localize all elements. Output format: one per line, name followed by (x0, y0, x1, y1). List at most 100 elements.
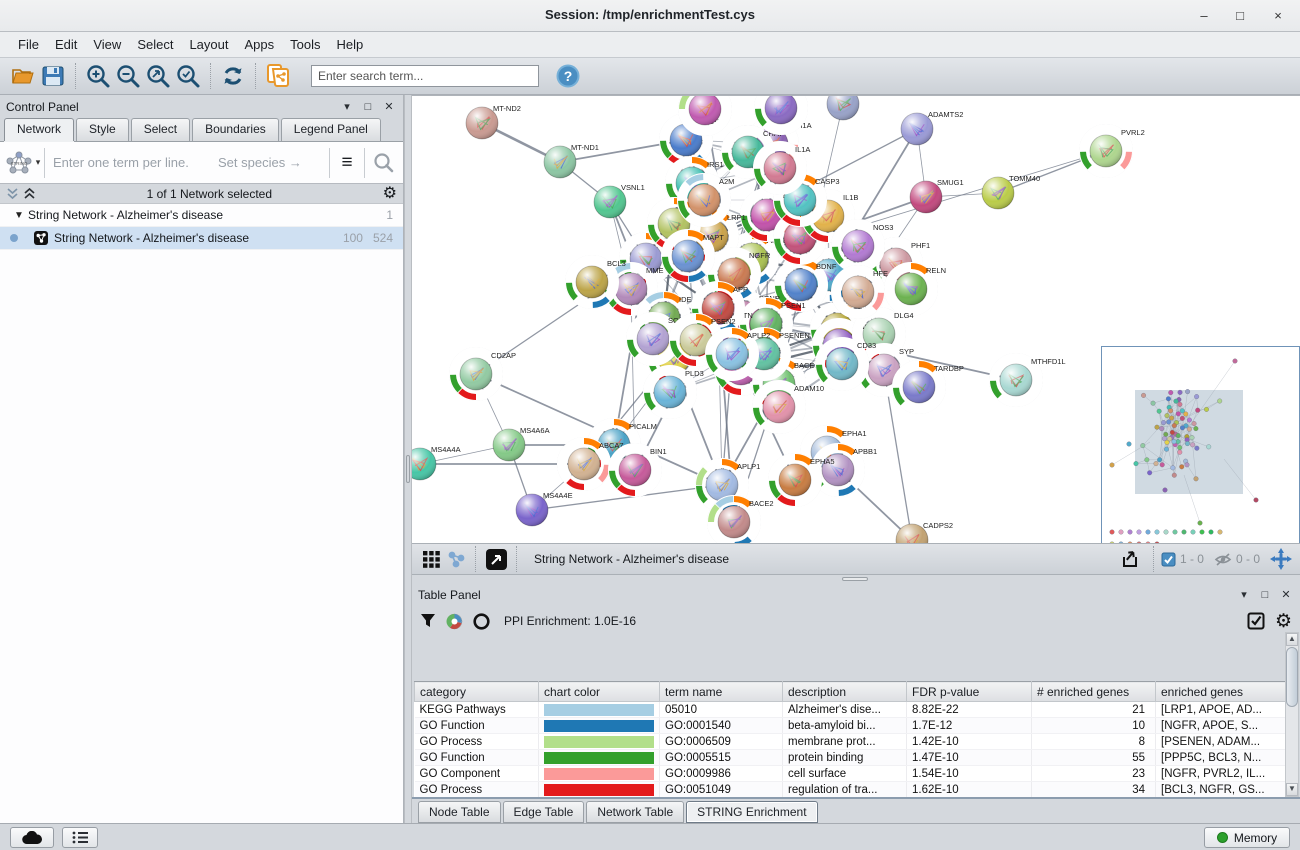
menu-layout[interactable]: Layout (181, 34, 236, 55)
tree-expand-icon[interactable]: ▼ (14, 210, 28, 221)
menu-file[interactable]: File (10, 34, 47, 55)
graph-node[interactable]: BIN1 (609, 444, 667, 497)
tab-network[interactable]: Network (4, 118, 74, 141)
horizontal-splitter[interactable] (412, 575, 1300, 583)
zoom-out-icon[interactable] (113, 62, 143, 90)
tab-style[interactable]: Style (76, 118, 129, 141)
maximize-button[interactable]: □ (1230, 6, 1250, 26)
minimize-button[interactable]: – (1194, 6, 1214, 26)
graph-node[interactable]: MS4A4E (516, 491, 573, 526)
graph-node[interactable]: PLD3 (644, 366, 704, 419)
grid-view-icon[interactable] (418, 545, 444, 573)
graph-node[interactable]: BACE2 (708, 496, 774, 544)
hidden-eye-icon[interactable] (1214, 552, 1232, 567)
table-settings-gear-icon[interactable]: ⚙ (1275, 612, 1292, 631)
column-header--enriched-genes[interactable]: # enriched genes (1032, 682, 1156, 702)
menu-edit[interactable]: Edit (47, 34, 85, 55)
table-row[interactable]: KEGG Pathways05010Alzheimer's dise...8.8… (415, 702, 1288, 718)
string-options-icon[interactable]: ≡ (330, 152, 364, 174)
annotation-mode-icon[interactable] (483, 545, 509, 573)
network-canvas[interactable]: MT-ND2MT-ND1VSNL1GAB2ADAMTS2PVRL2SMUG1TO… (412, 95, 1300, 543)
search-input[interactable] (311, 65, 539, 87)
enrichment-table[interactable]: categorychart colorterm namedescriptionF… (414, 681, 1287, 797)
save-session-icon[interactable] (38, 62, 68, 90)
graph-node[interactable]: MT-ND1 (544, 143, 599, 178)
select-columns-icon[interactable] (1247, 612, 1265, 630)
navigate-crosshair-icon[interactable] (1270, 548, 1292, 570)
graph-node[interactable]: MT-ND2 (466, 104, 521, 139)
graph-node[interactable]: MS4A4A (412, 445, 461, 480)
tab-legend-panel[interactable]: Legend Panel (281, 118, 381, 141)
splitter-grip[interactable] (842, 577, 868, 581)
collapse-all-icon[interactable] (23, 187, 36, 200)
graph-node[interactable]: TOMM40 (982, 174, 1040, 209)
vertical-splitter[interactable] (404, 95, 412, 823)
filter-funnel-icon[interactable] (420, 613, 436, 629)
graph-node[interactable]: CD2AP (450, 348, 517, 401)
scroll-up-icon[interactable]: ▲ (1286, 633, 1298, 646)
refresh-icon[interactable] (218, 62, 248, 90)
memory-button[interactable]: Memory (1204, 827, 1290, 848)
graph-node[interactable]: MS4A6A (493, 426, 550, 461)
graph-node[interactable]: RELN (885, 263, 947, 316)
tab-string-enrichment[interactable]: STRING Enrichment (686, 801, 817, 823)
tab-select[interactable]: Select (131, 118, 190, 141)
table-row[interactable]: GO ComponentGO:0009986cell surface1.54E-… (415, 766, 1288, 782)
string-search-icon[interactable] (365, 152, 403, 174)
enrichment-chart-icon[interactable] (446, 613, 463, 630)
expand-all-icon[interactable] (6, 187, 19, 200)
network-row[interactable]: String Network - Alzheimer's disease 100… (0, 227, 403, 250)
graph-node[interactable]: CADPS2 (896, 521, 953, 543)
splitter-grip[interactable] (406, 455, 410, 483)
birds-eye-view[interactable] (1101, 346, 1300, 543)
panel-close-icon[interactable]: ✕ (1278, 588, 1294, 601)
panel-float-icon[interactable]: □ (360, 101, 376, 113)
scroll-down-icon[interactable]: ▼ (1286, 783, 1298, 796)
network-share-icon[interactable] (444, 545, 468, 573)
menu-help[interactable]: Help (329, 34, 372, 55)
tab-boundaries[interactable]: Boundaries (192, 118, 279, 141)
graph-node[interactable]: VSNL1 (594, 183, 645, 218)
graph-node[interactable]: MTHFD1L (990, 354, 1066, 407)
zoom-selected-icon[interactable] (173, 62, 203, 90)
column-header-category[interactable]: category (415, 682, 539, 702)
menu-select[interactable]: Select (129, 34, 181, 55)
table-row[interactable]: GO FunctionGO:0005515protein binding1.47… (415, 750, 1288, 766)
graph-node[interactable]: PVRL2 (1080, 125, 1145, 178)
menu-tools[interactable]: Tools (282, 34, 328, 55)
menu-apps[interactable]: Apps (237, 34, 283, 55)
graph-node[interactable]: ADAM10 (753, 381, 825, 434)
zoom-in-icon[interactable] (83, 62, 113, 90)
string-logo-icon[interactable]: STRING ▾ (0, 150, 44, 176)
clone-network-icon[interactable] (263, 62, 293, 90)
menu-view[interactable]: View (85, 34, 129, 55)
column-header-FDR-p-value[interactable]: FDR p-value (907, 682, 1032, 702)
column-header-description[interactable]: description (783, 682, 907, 702)
gear-icon[interactable]: ⚙ (383, 186, 397, 202)
tab-node-table[interactable]: Node Table (418, 801, 501, 823)
close-button[interactable]: × (1268, 6, 1288, 26)
export-network-icon[interactable] (1116, 545, 1146, 573)
graph-node[interactable]: GGA3 (827, 96, 875, 120)
column-header-term-name[interactable]: term name (660, 682, 783, 702)
graph-node[interactable]: ADAMTS2 (901, 110, 963, 145)
panel-collapse-icon[interactable]: ▾ (1236, 588, 1252, 601)
help-icon[interactable]: ? (553, 62, 583, 90)
open-session-icon[interactable] (8, 62, 38, 90)
tab-network-table[interactable]: Network Table (586, 801, 684, 823)
zoom-fit-icon[interactable] (143, 62, 173, 90)
task-list-button[interactable] (62, 827, 98, 848)
table-row[interactable]: GO ProcessGO:0006509membrane prot...1.42… (415, 734, 1288, 750)
selected-checkbox-icon[interactable] (1161, 552, 1176, 567)
tab-edge-table[interactable]: Edge Table (503, 801, 585, 823)
column-header-enriched-genes[interactable]: enriched genes (1156, 682, 1288, 702)
panel-close-icon[interactable]: ✕ (381, 100, 397, 113)
graph-node[interactable]: TARDBP (893, 361, 964, 414)
panel-collapse-icon[interactable]: ▾ (339, 100, 355, 113)
column-header-chart-color[interactable]: chart color (539, 682, 660, 702)
network-collection-row[interactable]: ▼ String Network - Alzheimer's disease 1 (0, 204, 403, 227)
cloud-button[interactable] (10, 827, 54, 848)
scrollbar-thumb[interactable] (1286, 647, 1298, 707)
panel-float-icon[interactable]: □ (1257, 589, 1273, 601)
graph-node[interactable]: EPHA5 (769, 454, 835, 507)
